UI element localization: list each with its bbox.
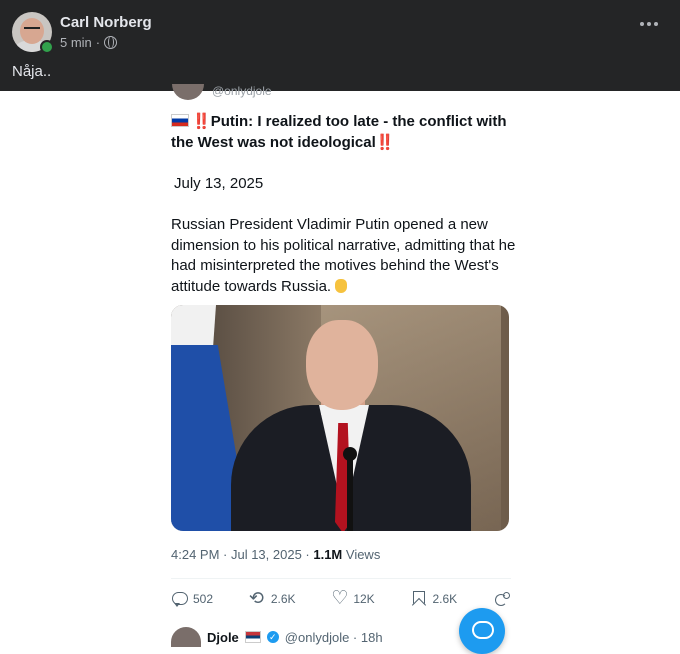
like-count: 12K	[353, 592, 375, 606]
exclamation-icon: ‼️	[375, 134, 395, 151]
retweet-count: 2.6K	[270, 592, 296, 606]
verified-icon: ✓	[266, 631, 279, 643]
reply-avatar[interactable]	[171, 627, 201, 647]
tweet-avatar[interactable]	[172, 84, 204, 100]
author-name[interactable]: Carl Norberg	[60, 14, 152, 31]
bookmark-icon	[410, 591, 428, 607]
tweet-actions: 502 2.6K 12K 2.6K	[171, 587, 511, 610]
divider	[171, 578, 511, 579]
pointing-down-icon	[335, 278, 348, 293]
tweet-handle[interactable]: @onlydjole	[212, 84, 272, 98]
tweet-timestamp: 4:24 PM · Jul 13, 2025 · 1.1M Views	[171, 547, 380, 562]
russia-flag-icon	[171, 114, 189, 127]
reply-icon	[171, 591, 189, 607]
post-text: Nåja..	[12, 63, 52, 80]
post-meta: 5 min ·	[60, 35, 118, 50]
more-icon[interactable]	[640, 22, 658, 26]
meta-separator: ·	[95, 35, 101, 50]
serbia-flag-icon	[244, 631, 261, 643]
timestamp-text[interactable]: 4:24 PM · Jul 13, 2025 ·	[171, 547, 313, 562]
reply-name[interactable]: Djole	[207, 630, 239, 645]
bookmark-button[interactable]: 2.6K	[410, 588, 457, 610]
exclamation-icon: ‼️	[192, 113, 211, 130]
online-status-dot	[40, 40, 54, 54]
tweet-body: Russian President Vladimir Putin opened …	[171, 215, 516, 297]
reply-count: 502	[193, 592, 214, 606]
reply-preview[interactable]: Djole ✓ @onlydjole · 18h	[171, 627, 383, 647]
retweet-icon	[249, 588, 267, 609]
globe-icon[interactable]	[104, 36, 118, 49]
views-count: 1.1M	[313, 547, 343, 562]
reply-button[interactable]: 502	[171, 588, 213, 610]
headline-text: Putin: I realized too late - the conflic…	[171, 113, 507, 151]
like-icon	[331, 587, 349, 609]
tweet-date: July 13, 2025	[174, 175, 264, 192]
tweet-headline: ‼️Putin: I realized too late - the confl…	[171, 111, 511, 153]
views-label: Views	[342, 547, 381, 562]
share-button[interactable]	[493, 588, 511, 610]
chat-icon[interactable]	[459, 608, 505, 654]
bookmark-count: 2.6K	[432, 592, 458, 606]
post-header: Carl Norberg 5 min · Nåja..	[0, 0, 680, 91]
post-time[interactable]: 5 min	[60, 35, 92, 50]
tweet-photo[interactable]	[171, 305, 509, 531]
retweet-button[interactable]: 2.6K	[249, 588, 296, 610]
reply-handle[interactable]: @onlydjole · 18h	[285, 630, 383, 645]
share-icon	[493, 591, 511, 607]
like-button[interactable]: 12K	[331, 587, 375, 610]
